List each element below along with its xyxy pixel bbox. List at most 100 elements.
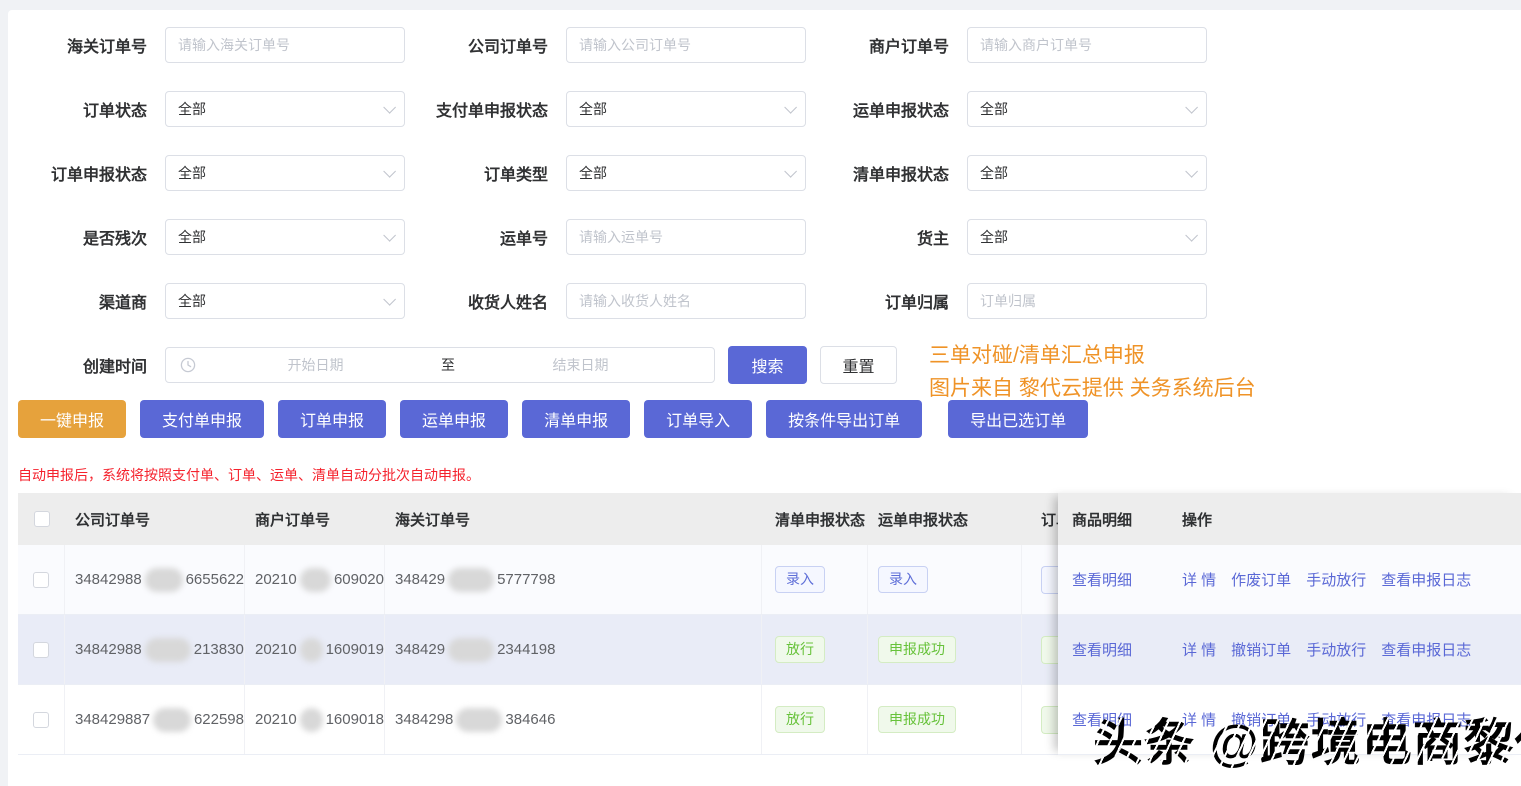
order-import-button[interactable]: 订单导入 (644, 400, 753, 438)
void-order-link[interactable]: 作废订单 (1231, 569, 1291, 590)
header-merchant-order-no: 商户订单号 (255, 511, 331, 529)
header-operations: 操作 (1182, 511, 1213, 529)
channel-select[interactable]: 全部 (165, 283, 405, 319)
redaction-blur (299, 567, 331, 592)
order-type-select[interactable]: 全部 (566, 155, 806, 191)
redaction-blur (144, 567, 183, 592)
redaction-blur (144, 637, 191, 662)
order-declare-button[interactable]: 订单申报 (278, 400, 387, 438)
list-declare-status-select[interactable]: 全部 (967, 155, 1207, 191)
customs-order-cell: 348429 5777798 (385, 545, 762, 614)
header-customs-order-no: 海关订单号 (395, 511, 471, 529)
content-panel: 海关订单号 公司订单号 商户订单号 订单状态 全部 支付单申报状态 全部 (8, 10, 1521, 786)
cargo-owner-value: 全部 (980, 229, 1008, 245)
annotation-line-1: 三单对碰/清单汇总申报 (929, 344, 1145, 367)
waybill-status-badge: 申报成功 (878, 706, 956, 733)
filter-row-1: 海关订单号 公司订单号 商户订单号 (18, 27, 1521, 63)
redaction-blur (448, 637, 495, 662)
start-date-placeholder[interactable]: 开始日期 (196, 355, 435, 375)
fixed-row: 查看明细 详 情 作废订单 手动放行 查看申报日志 (1058, 545, 1521, 615)
channel-label: 渠道商 (98, 295, 147, 312)
order-type-value: 全部 (579, 165, 607, 181)
order-status-label: 订单状态 (82, 103, 147, 120)
order-owner-input[interactable] (967, 283, 1207, 319)
toutiao-watermark: 头条 @跨境电商黎代云 (1093, 703, 1521, 775)
header-waybill-declare-status: 运单申报状态 (878, 511, 969, 529)
channel-value: 全部 (178, 293, 206, 309)
list-declare-status-label: 清单申报状态 (852, 167, 949, 184)
waybill-declare-button[interactable]: 运单申报 (400, 400, 509, 438)
header-company-order-no: 公司订单号 (75, 511, 151, 529)
order-declare-status-select[interactable]: 全部 (165, 155, 405, 191)
manual-release-link[interactable]: 手动放行 (1306, 639, 1366, 660)
company-order-cell: 34842988 6655622 (65, 545, 245, 614)
reset-button[interactable]: 重置 (820, 346, 897, 384)
merchant-order-cell: 20210 609020 (245, 545, 385, 614)
row-checkbox[interactable] (33, 711, 49, 728)
redaction-blur (299, 637, 323, 662)
detail-link[interactable]: 详 情 (1182, 569, 1216, 590)
merchant-order-cell: 20210 1609018 (245, 685, 385, 754)
row-checkbox[interactable] (33, 641, 49, 658)
chevron-down-icon (383, 228, 396, 242)
filter-row-6: 创建时间 开始日期 至 结束日期 搜索 重置 三单对碰/清单汇总申报 图片来自 … (18, 344, 1521, 400)
waybill-no-input[interactable] (566, 219, 806, 255)
customs-order-no-input[interactable] (165, 27, 405, 63)
view-declare-log-link[interactable]: 查看申报日志 (1381, 639, 1471, 660)
row-checkbox[interactable] (33, 571, 49, 588)
redaction-blur (153, 707, 191, 732)
filter-row-5: 渠道商 全部 收货人姓名 订单归属 (18, 283, 1521, 319)
order-owner-label: 订单归属 (884, 295, 949, 312)
merchant-order-no-label: 商户订单号 (868, 39, 949, 56)
cargo-owner-select[interactable]: 全部 (967, 219, 1207, 255)
list-declare-button[interactable]: 清单申报 (522, 400, 631, 438)
waybill-status-badge: 录入 (878, 566, 928, 593)
export-by-condition-button[interactable]: 按条件导出订单 (766, 400, 923, 438)
clock-icon (180, 357, 196, 373)
waybill-declare-status-value: 全部 (980, 101, 1008, 117)
company-order-cell: 348429887 622598 (65, 685, 245, 754)
customs-order-cell: 348429 2344198 (385, 615, 762, 684)
chevron-down-icon (784, 100, 797, 114)
cargo-owner-label: 货主 (916, 231, 949, 248)
pay-declare-status-label: 支付单申报状态 (435, 103, 548, 120)
revoke-order-link[interactable]: 撤销订单 (1231, 639, 1291, 660)
order-declare-status-label: 订单申报状态 (50, 167, 147, 184)
select-all-checkbox[interactable] (33, 511, 50, 527)
view-declare-log-link[interactable]: 查看申报日志 (1381, 569, 1471, 590)
chevron-down-icon (1185, 164, 1198, 178)
date-range-separator: 至 (441, 357, 455, 373)
defective-label: 是否残次 (82, 231, 147, 248)
view-detail-link[interactable]: 查看明细 (1072, 642, 1132, 659)
create-time-range[interactable]: 开始日期 至 结束日期 (165, 347, 715, 383)
view-detail-link[interactable]: 查看明细 (1072, 572, 1132, 589)
redaction-blur (448, 567, 495, 592)
chevron-down-icon (383, 292, 396, 306)
order-status-select[interactable]: 全部 (165, 91, 405, 127)
order-type-label: 订单类型 (483, 167, 548, 184)
action-bar: 一键申报 支付单申报 订单申报 运单申报 清单申报 订单导入 按条件导出订单 导… (18, 400, 1521, 438)
manual-release-link[interactable]: 手动放行 (1306, 569, 1366, 590)
one-key-declare-button[interactable]: 一键申报 (18, 400, 127, 438)
search-button[interactable]: 搜索 (728, 346, 807, 384)
customs-order-no-label: 海关订单号 (66, 39, 147, 56)
list-status-badge: 放行 (775, 706, 825, 733)
company-order-no-input[interactable] (566, 27, 806, 63)
waybill-declare-status-label: 运单申报状态 (852, 103, 949, 120)
order-declare-status-value: 全部 (178, 165, 206, 181)
company-order-cell: 34842988 213830 (65, 615, 245, 684)
defective-select[interactable]: 全部 (165, 219, 405, 255)
filter-row-3: 订单申报状态 全部 订单类型 全部 清单申报状态 全部 (18, 155, 1521, 191)
detail-link[interactable]: 详 情 (1182, 639, 1216, 660)
create-time-label: 创建时间 (82, 359, 147, 376)
auto-declare-notice: 自动申报后，系统将按照支付单、订单、运单、清单自动分批次自动申报。 (18, 467, 480, 483)
receiver-name-input[interactable] (566, 283, 806, 319)
merchant-order-no-input[interactable] (967, 27, 1207, 63)
pay-declare-button[interactable]: 支付单申报 (140, 400, 265, 438)
fixed-row: 查看明细 详 情 撤销订单 手动放行 查看申报日志 (1058, 615, 1521, 685)
end-date-placeholder[interactable]: 结束日期 (461, 355, 700, 375)
waybill-declare-status-select[interactable]: 全部 (967, 91, 1207, 127)
list-status-badge: 放行 (775, 636, 825, 663)
pay-declare-status-select[interactable]: 全部 (566, 91, 806, 127)
export-selected-button[interactable]: 导出已选订单 (948, 400, 1089, 438)
